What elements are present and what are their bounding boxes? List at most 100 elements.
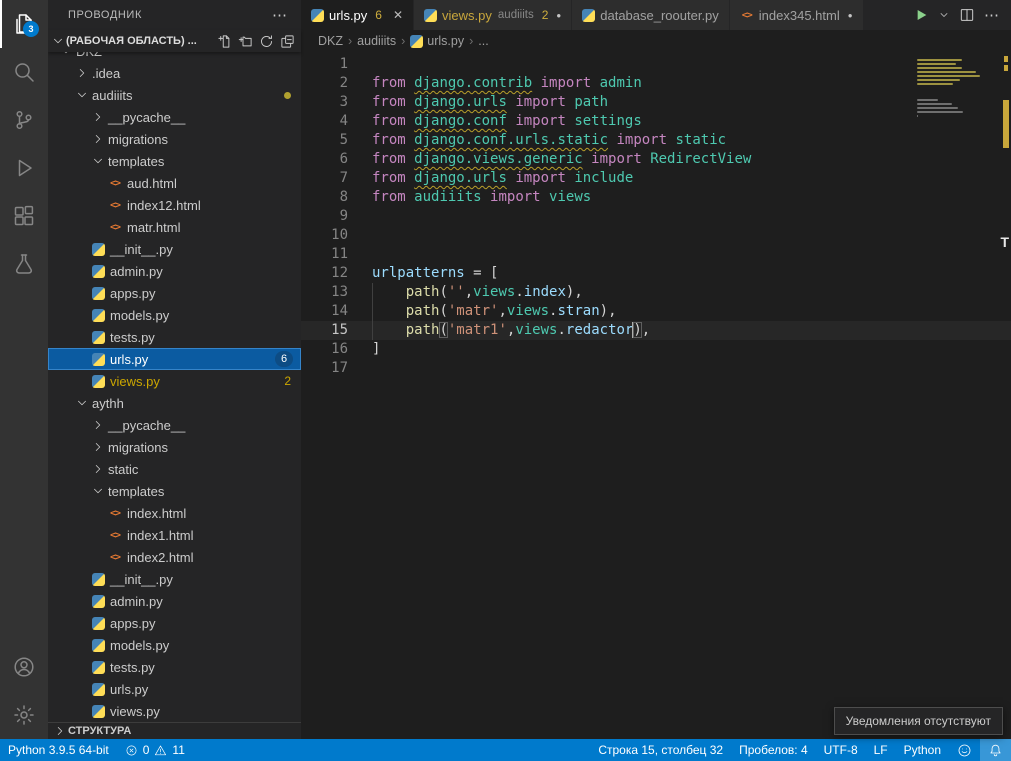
feedback-icon	[957, 743, 972, 758]
tree-item-__init__.py[interactable]: __init__.py	[48, 568, 301, 590]
tree-item-label: migrations	[108, 132, 168, 147]
close-icon[interactable]: ✕	[393, 8, 403, 22]
chevron-right-icon	[90, 132, 106, 146]
editor[interactable]: 12from django.contrib import admin3from …	[301, 52, 1011, 739]
activity-item-run-debug[interactable]	[0, 144, 48, 192]
code-area: 12from django.contrib import admin3from …	[301, 52, 1011, 378]
minimap[interactable]	[917, 55, 997, 123]
tree-item-matr.html[interactable]: <>matr.html	[48, 216, 301, 238]
activity-item-search[interactable]	[0, 48, 48, 96]
tree-item-__init__.py[interactable]: __init__.py	[48, 238, 301, 260]
breadcrumb-item[interactable]: ...	[478, 34, 488, 48]
refresh-button[interactable]	[259, 34, 274, 49]
tree-item-label: urls.py	[110, 352, 148, 367]
tree-item-apps.py[interactable]: apps.py	[48, 612, 301, 634]
activity-item-source-control[interactable]	[0, 96, 48, 144]
tree-item-templates[interactable]: templates	[48, 480, 301, 502]
chevron-right-icon	[90, 440, 106, 454]
tree-item-urls.py[interactable]: urls.py	[48, 678, 301, 700]
tab-urls.py[interactable]: urls.py6✕	[301, 0, 414, 30]
tree-item-index12.html[interactable]: <>index12.html	[48, 194, 301, 216]
tab-problems-count: 6	[375, 8, 382, 22]
tree-item-.idea[interactable]: .idea	[48, 62, 301, 84]
status-notifications[interactable]	[980, 739, 1011, 761]
tree-item-index2.html[interactable]: <>index2.html	[48, 546, 301, 568]
tree-item-DKZ[interactable]: DKZ	[48, 52, 301, 62]
minimap-line	[917, 71, 976, 73]
tree-item-label: views.py	[110, 704, 160, 719]
tree-item-label: aythh	[92, 396, 124, 411]
tree-item-views.py[interactable]: views.py2	[48, 370, 301, 392]
workspace-section-header[interactable]: (РАБОЧАЯ ОБЛАСТЬ) ...	[48, 30, 301, 52]
chev-right-icon	[91, 462, 105, 476]
tree-item-aud.html[interactable]: <>aud.html	[48, 172, 301, 194]
tree-item-tests.py[interactable]: tests.py	[48, 656, 301, 678]
tree-item-models.py[interactable]: models.py	[48, 634, 301, 656]
tab-index345.html[interactable]: <>index345.html●	[730, 0, 864, 30]
outline-section-header[interactable]: СТРУКТУРА	[48, 722, 301, 739]
chevron-down-icon	[58, 52, 74, 58]
sidebar-more-actions-icon[interactable]: ⋯	[272, 8, 301, 23]
tree-item-migrations[interactable]: migrations	[48, 436, 301, 458]
split-editor-button[interactable]	[959, 7, 975, 23]
chev-down-icon	[75, 88, 89, 102]
tree-item-tests.py[interactable]: tests.py	[48, 326, 301, 348]
status-cursor-position[interactable]: Строка 15, столбец 32	[590, 739, 731, 761]
tab-database_roouter.py[interactable]: database_roouter.py	[572, 0, 730, 30]
code-line: 15 path('matr1',views.redactor),	[301, 321, 1011, 340]
tree-item-views.py[interactable]: views.py	[48, 700, 301, 722]
tree-item-urls.py[interactable]: urls.py6	[48, 348, 301, 370]
tree-item-label: views.py	[110, 374, 160, 389]
status-feedback[interactable]	[949, 739, 980, 761]
status-problems[interactable]: 011	[117, 739, 193, 761]
status-python-interpreter[interactable]: Python 3.9.5 64-bit	[0, 739, 117, 761]
activity-item-settings[interactable]	[0, 691, 48, 739]
breadcrumb-item[interactable]: DKZ	[318, 34, 343, 48]
chev-down-icon	[91, 154, 105, 168]
run-dropdown-button[interactable]	[938, 9, 950, 21]
tree-item-migrations[interactable]: migrations	[48, 128, 301, 150]
collapse-all-button[interactable]	[280, 34, 295, 49]
breadcrumb-item[interactable]: audiiits	[357, 34, 396, 48]
chevron-down-icon	[50, 34, 66, 48]
tree-item-admin.py[interactable]: admin.py	[48, 260, 301, 282]
tree-item-audiiits[interactable]: audiiits	[48, 84, 301, 106]
python-icon	[92, 639, 105, 652]
status-encoding[interactable]: UTF-8	[816, 739, 866, 761]
status-indentation[interactable]: Пробелов: 4	[731, 739, 816, 761]
activity-item-account[interactable]	[0, 643, 48, 691]
tree-item-index.html[interactable]: <>index.html	[48, 502, 301, 524]
tree-item-index1.html[interactable]: <>index1.html	[48, 524, 301, 546]
breadcrumb-item[interactable]: urls.py	[410, 34, 464, 48]
new-file-button[interactable]	[217, 34, 232, 49]
new-folder-button[interactable]	[238, 34, 253, 49]
code-line: 3from django.urls import path	[301, 93, 1011, 112]
extensions-icon	[12, 204, 36, 228]
status-language-mode[interactable]: Python	[896, 739, 949, 761]
tree-item-aythh[interactable]: aythh	[48, 392, 301, 414]
activity-item-extensions[interactable]	[0, 192, 48, 240]
chevron-right-icon	[90, 462, 106, 476]
activity-bar-bottom	[0, 643, 48, 739]
activity-item-explorer[interactable]: 3	[0, 0, 48, 48]
activity-item-testing[interactable]	[0, 240, 48, 288]
tree-item-admin.py[interactable]: admin.py	[48, 590, 301, 612]
tree-item-__pycache__[interactable]: __pycache__	[48, 414, 301, 436]
more-actions-button[interactable]: ⋯	[984, 8, 999, 23]
tree-item-models.py[interactable]: models.py	[48, 304, 301, 326]
html-icon: <>	[108, 178, 122, 189]
tree-item-__pycache__[interactable]: __pycache__	[48, 106, 301, 128]
code-line: 5from django.conf.urls.static import sta…	[301, 131, 1011, 150]
tree-item-static[interactable]: static	[48, 458, 301, 480]
tree-item-label: audiiits	[92, 88, 132, 103]
tab-views.py[interactable]: views.pyaudiiits2●	[414, 0, 572, 30]
error-badge-icon	[125, 744, 138, 757]
sidebar-title-bar: ПРОВОДНИК ⋯	[48, 0, 301, 30]
tree-item-templates[interactable]: templates	[48, 150, 301, 172]
tree-item-label: index.html	[127, 506, 186, 521]
line-number: 3	[301, 93, 348, 112]
status-eol[interactable]: LF	[866, 739, 896, 761]
run-python-file-button[interactable]	[913, 7, 929, 23]
chev-down-icon	[51, 34, 65, 48]
tree-item-apps.py[interactable]: apps.py	[48, 282, 301, 304]
